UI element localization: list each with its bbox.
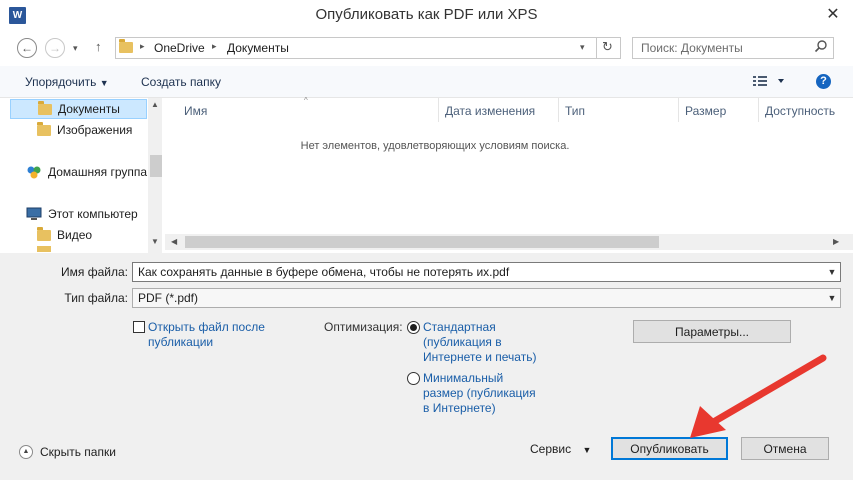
file-list <box>165 98 853 253</box>
open-after-publish-label[interactable]: Открыть файл после публикации <box>148 320 265 350</box>
label-line: размер (публикация <box>423 386 536 400</box>
label-line: Интернете и печать) <box>423 350 537 364</box>
chevron-down-icon: ▼ <box>582 445 592 455</box>
address-divider <box>596 37 597 59</box>
hide-folders-button[interactable]: Скрыть папки <box>40 445 116 459</box>
search-placeholder: Поиск: Документы <box>641 41 743 55</box>
list-view-icon <box>753 76 784 86</box>
help-icon[interactable]: ? <box>816 74 831 89</box>
chevron-down-icon[interactable]: ▼ <box>824 263 840 281</box>
sidebar-item-videos[interactable]: Видео <box>37 225 92 245</box>
label-line: (публикация в <box>423 335 502 349</box>
column-size[interactable]: Размер <box>685 104 726 118</box>
address-dropdown-chevron-icon[interactable]: ▾ <box>580 42 585 53</box>
chevron-down-icon: ▼ <box>99 78 109 88</box>
tools-menu-button[interactable]: Сервис ▼ <box>530 442 591 456</box>
optimize-minimal-radio[interactable] <box>407 372 420 385</box>
sidebar-item-documents[interactable]: Документы <box>10 99 147 119</box>
command-bar <box>0 66 853 98</box>
scroll-right-icon[interactable]: ▶ <box>833 237 839 246</box>
folder-icon <box>37 121 51 136</box>
homegroup-icon <box>27 166 41 179</box>
new-folder-button[interactable]: Создать папку <box>141 75 221 89</box>
close-button[interactable]: ✕ <box>813 0 853 28</box>
arrow-up-icon: ↑ <box>95 39 102 54</box>
organize-label: Упорядочить <box>25 75 97 89</box>
column-name[interactable]: Имя <box>184 104 207 118</box>
address-folder-icon <box>119 39 139 56</box>
breadcrumb-documents[interactable]: Документы <box>227 41 289 55</box>
close-icon: ✕ <box>826 6 840 23</box>
sidebar-item-label: Этот компьютер <box>48 207 138 221</box>
column-availability[interactable]: Доступность <box>765 104 835 118</box>
filetype-select[interactable]: PDF (*.pdf) ▼ <box>132 288 841 308</box>
filename-value: Как сохранять данные в буфере обмена, чт… <box>138 265 510 279</box>
column-type[interactable]: Тип <box>565 104 585 118</box>
optimize-standard-label[interactable]: Стандартная (публикация в Интернете и пе… <box>423 320 536 365</box>
breadcrumb-separator-icon[interactable]: ▸ <box>140 41 145 52</box>
filename-input[interactable]: Как сохранять данные в буфере обмена, чт… <box>132 262 841 282</box>
arrow-left-icon: ← <box>21 41 33 55</box>
filename-label: Имя файла: <box>61 265 128 279</box>
collapse-up-icon[interactable]: ▲ <box>19 445 33 459</box>
filetype-value: PDF (*.pdf) <box>138 291 199 305</box>
organize-menu-button[interactable]: Упорядочить ▼ <box>25 75 109 89</box>
sort-caret-icon: ^ <box>304 96 308 105</box>
filetype-label: Тип файла: <box>64 291 128 305</box>
open-after-publish-checkbox[interactable] <box>133 321 145 333</box>
column-divider[interactable] <box>758 98 759 122</box>
optimize-label: Оптимизация: <box>324 320 403 334</box>
label-line: Минимальный <box>423 371 504 385</box>
radio-selected-dot <box>410 324 417 331</box>
computer-icon <box>26 207 42 220</box>
arrow-right-icon: → <box>49 41 61 55</box>
column-divider[interactable] <box>438 98 439 122</box>
search-icon[interactable] <box>814 39 828 56</box>
sidebar-item-label: Документы <box>58 102 120 116</box>
empty-message: Нет элементов, удовлетворяющих условиям … <box>300 140 570 152</box>
partial-folder-icon <box>37 246 51 252</box>
label-line: Стандартная <box>423 320 496 334</box>
sidebar-item-label: Видео <box>57 228 93 242</box>
column-date[interactable]: Дата изменения <box>445 104 535 118</box>
parameters-button[interactable]: Параметры... <box>633 320 791 343</box>
sidebar-item-label: Домашняя группа <box>48 165 148 179</box>
column-divider[interactable] <box>558 98 559 122</box>
sidebar-item-this-pc[interactable]: Этот компьютер <box>26 204 138 224</box>
tools-label: Сервис <box>530 442 572 456</box>
forward-button[interactable]: → <box>45 38 65 58</box>
up-button[interactable]: ↑ <box>95 39 102 54</box>
chevron-down-icon[interactable]: ▼ <box>824 289 840 307</box>
refresh-icon[interactable]: ↻ <box>602 39 613 55</box>
breadcrumb-onedrive[interactable]: OneDrive <box>154 41 205 55</box>
label-line: в Интернете) <box>423 401 496 415</box>
sidebar-item-homegroup[interactable]: Домашняя группа <box>26 162 148 182</box>
sidebar-item-label: Изображения <box>57 123 133 137</box>
optimize-minimal-label[interactable]: Минимальный размер (публикация в Интерне… <box>423 371 536 416</box>
scroll-up-icon[interactable]: ▲ <box>151 100 159 109</box>
back-button[interactable]: ← <box>17 38 37 58</box>
recent-locations-chevron-icon[interactable]: ▾ <box>73 43 78 54</box>
window-title: Опубликовать как PDF или XPS <box>315 6 538 23</box>
view-options-button[interactable] <box>753 74 787 91</box>
label-line: публикации <box>148 335 214 349</box>
column-divider[interactable] <box>678 98 679 122</box>
sidebar-scroll-thumb[interactable] <box>150 155 162 177</box>
red-arrow-annotation <box>690 354 827 438</box>
breadcrumb-separator-icon[interactable]: ▸ <box>212 41 217 52</box>
sidebar-item-pictures[interactable]: Изображения <box>37 120 132 140</box>
optimize-standard-radio[interactable] <box>407 321 420 334</box>
hscroll-thumb[interactable] <box>185 236 659 248</box>
scroll-down-icon[interactable]: ▼ <box>151 237 159 246</box>
folder-icon <box>38 100 52 115</box>
video-folder-icon <box>37 226 51 241</box>
label-line: Открыть файл после <box>148 320 265 334</box>
scroll-left-icon[interactable]: ◀ <box>171 237 177 246</box>
